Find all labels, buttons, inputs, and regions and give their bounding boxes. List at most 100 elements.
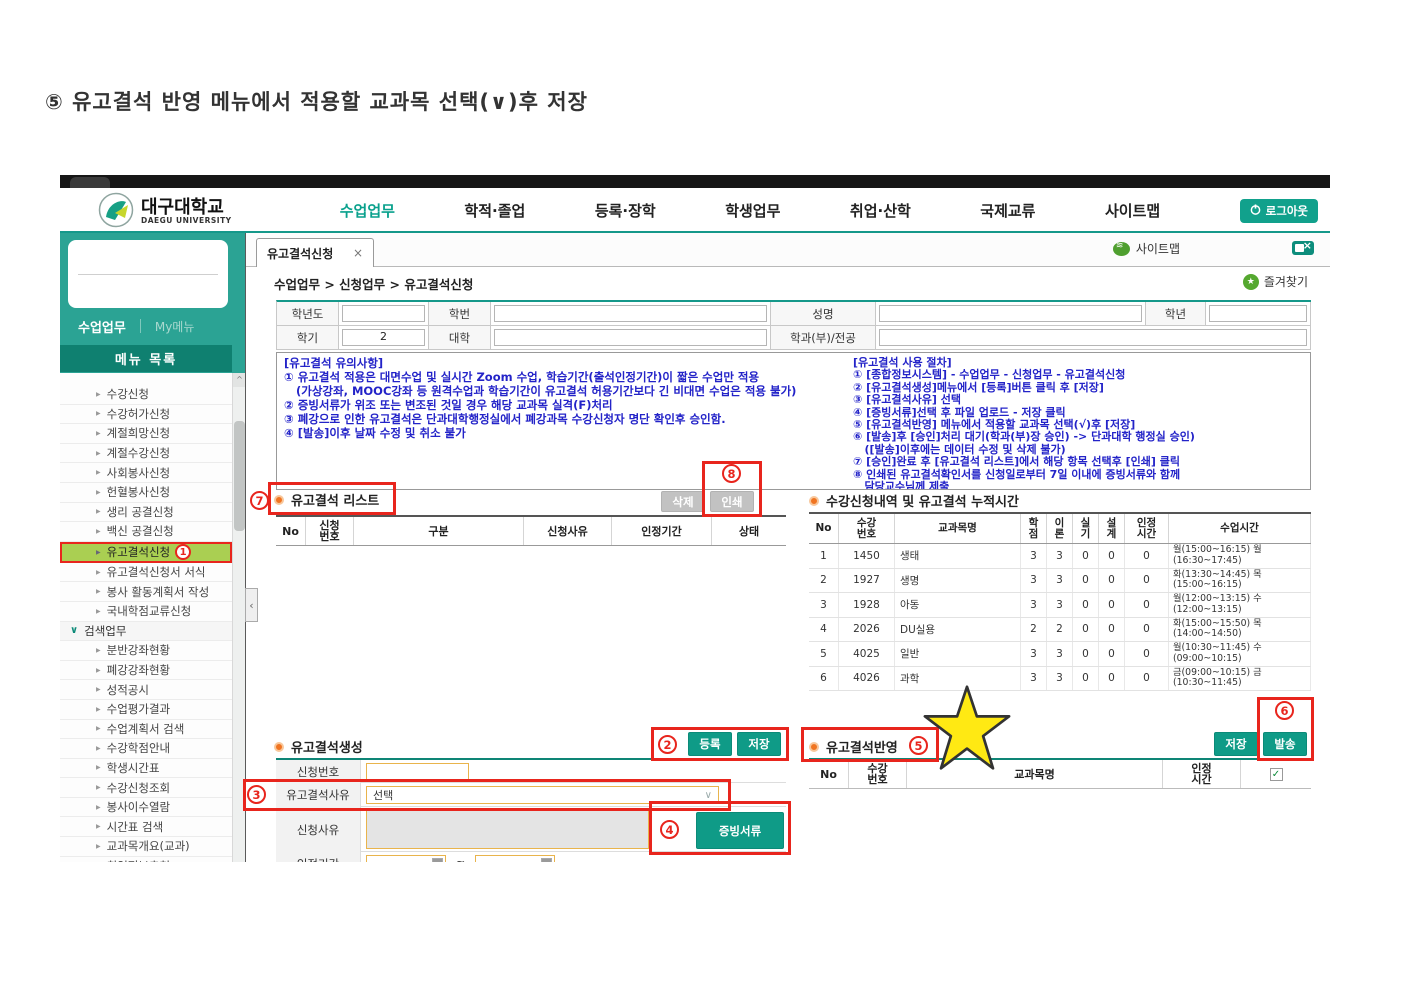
enrollment-row[interactable]: 2 1927 생명 3 3 0 0 0 화(13:30~14:45) 목(15:… (809, 568, 1311, 593)
reason-type-select[interactable]: 선택 ∨ (366, 786, 719, 804)
apply-no-input[interactable] (366, 763, 469, 780)
period-label: 인정기간 (276, 852, 361, 862)
grade-input[interactable] (1209, 305, 1307, 322)
sidebar-menu-item[interactable]: 성적공시 (60, 680, 232, 700)
top-nav-item[interactable]: 학적·졸업 (464, 200, 525, 221)
calendar-icon[interactable] (432, 858, 443, 862)
column-header: No (809, 514, 839, 543)
select-all-checkbox[interactable]: ✓ (1269, 767, 1283, 781)
sidebar-menu-item[interactable]: 수강신청 (60, 385, 232, 405)
sidebar-menu-item[interactable]: 수강신청조회 (60, 778, 232, 798)
apply-no-label: 신청번호 (276, 760, 361, 783)
sidebar-menu-item[interactable]: 수업계획서 검색 (60, 719, 232, 740)
college-input[interactable] (494, 329, 767, 346)
cell-hours: 0 (1125, 642, 1169, 666)
year-input[interactable] (342, 305, 425, 322)
sidebar-menu-item[interactable]: 국내학점교류신청 (60, 601, 232, 622)
column-header: 신청 번호 (306, 517, 354, 545)
column-header: 실 기 (1073, 514, 1099, 543)
enrollment-row[interactable]: 3 1928 아동 3 3 0 0 0 월(12:00~13:15) 수(12:… (809, 593, 1311, 618)
sidebar-menu-item[interactable]: 시간표 검색 (60, 817, 232, 838)
period-end-input[interactable] (475, 855, 556, 862)
column-header: 인정 시간 (1125, 514, 1169, 543)
sidebar-menu-item[interactable]: 계절희망신청 (60, 424, 232, 444)
tab-absence-apply[interactable]: 유고결석신청 × (256, 238, 374, 267)
top-nav-item[interactable]: 사이트맵 (1105, 200, 1160, 221)
register-button[interactable]: 등록 (688, 732, 732, 756)
enrollment-row[interactable]: 1 1450 생태 3 3 0 0 0 월(15:00~16:15) 월(16:… (809, 544, 1311, 569)
sidebar-menu-item[interactable]: 분반강좌현황 (60, 641, 232, 661)
sidebar-menu-item[interactable]: 사회봉사신청 (60, 463, 232, 483)
university-emblem-icon (98, 192, 134, 232)
period-start-input[interactable] (366, 855, 446, 862)
sidebar-menu-item[interactable]: 수강허가신청 (60, 404, 232, 425)
sidebar-tab-mymenu[interactable]: My메뉴 (155, 318, 195, 335)
sidebar-menu-item[interactable]: 수업평가결과 (60, 699, 232, 720)
enrollment-row[interactable]: 5 4025 일반 3 3 0 0 0 월(10:30~11:45) 수(09:… (809, 642, 1311, 667)
sidebar-menu-item[interactable]: 학생시간표 (60, 758, 232, 779)
send-button[interactable]: 발송 (1263, 732, 1307, 756)
cell-lab: 0 (1073, 568, 1099, 592)
sidebar-menu-item[interactable]: 백신 공결신청 (60, 522, 232, 542)
top-nav-item[interactable]: 학생업무 (725, 200, 780, 221)
sidebar-menu-item[interactable]: 계절수강신청 (60, 443, 232, 464)
evidence-button[interactable]: 증빙서류 (696, 812, 784, 849)
university-logo[interactable]: 대구대학교 DAEGU UNIVERSITY (98, 192, 232, 232)
cell-no: 6 (809, 666, 839, 690)
semester-input[interactable]: 2 (342, 329, 425, 346)
sidebar-collapse-handle[interactable]: ‹ (245, 588, 258, 622)
sidebar-item-absence-apply[interactable]: 유고결석신청 1 (60, 541, 232, 563)
sidebar-menu-item[interactable]: 헌혈봉사신청 (60, 482, 232, 503)
close-all-tabs-icon[interactable] (1292, 239, 1314, 255)
create-save-button[interactable]: 저장 (737, 732, 781, 756)
sidebar-menu-item[interactable]: 봉사이수열람 (60, 797, 232, 818)
sidebar-scrollbar[interactable]: ^ (232, 373, 246, 862)
sidebar-menu-item[interactable]: 폐강강좌현황 (60, 660, 232, 681)
sidebar-menu-item[interactable]: 수강학점안내 (60, 739, 232, 759)
close-icon[interactable]: × (353, 246, 363, 260)
sidebar-menu-label: 헌혈봉사신청 (106, 485, 171, 500)
sidebar-menu-item[interactable]: 생리 공결신청 (60, 502, 232, 523)
sidebar-section-search[interactable]: ∨ 검색업무 (60, 621, 232, 642)
sidebar-menu-item[interactable]: 교과목개요(교과) (60, 837, 232, 857)
top-nav-item[interactable]: 수업업무 (340, 200, 395, 221)
top-nav-item[interactable]: 국제교류 (980, 200, 1035, 221)
notice-line: ③ 폐강으로 인한 유고결석은 단과대학행정실에서 폐강과목 수강신청자 명단 … (284, 411, 726, 426)
calendar-icon[interactable] (541, 858, 553, 862)
sidebar-menu-label: 수강학점안내 (106, 741, 171, 756)
sidebar-menu-label: 백신 공결신청 (106, 524, 174, 539)
print-button[interactable]: 인쇄 (710, 491, 754, 512)
sidebar-menu-label: 생리 공결신청 (106, 504, 174, 519)
top-nav-item[interactable]: 등록·장학 (595, 200, 656, 221)
sidebar-menu-item[interactable]: 취업정보추천 (60, 856, 232, 862)
enrollment-row[interactable]: 6 4026 과학 3 3 0 0 0 금(09:00~10:15) 금(10:… (809, 666, 1311, 691)
sidebar-tab-main[interactable]: 수업업무 (78, 317, 126, 336)
section-bullet-icon (274, 741, 284, 752)
cell-code: 4026 (839, 666, 895, 690)
delete-button[interactable]: 삭제 (661, 491, 705, 512)
dept-input[interactable] (879, 329, 1307, 346)
sitemap-link[interactable]: 사이트맵 (1112, 240, 1180, 257)
top-nav-item[interactable]: 취업·산학 (850, 200, 911, 221)
reason-textarea[interactable] (366, 810, 649, 849)
sidebar-menu-label: 계절희망신청 (106, 426, 171, 441)
studentno-input[interactable] (494, 305, 767, 322)
logout-button[interactable]: 로그아웃 (1239, 199, 1318, 223)
absence-list-table: No 신청 번호 구분 신청사유 인정기간 상태 (276, 515, 786, 546)
cell-theory: 3 (1047, 568, 1073, 592)
apply-save-button[interactable]: 저장 (1214, 732, 1258, 756)
name-label: 성명 (771, 302, 876, 325)
scrollbar-thumb[interactable] (234, 421, 245, 531)
cell-no: 2 (809, 568, 839, 592)
enrollment-row[interactable]: 4 2026 DU실용 2 2 0 0 0 화(15:00~15:50) 목(1… (809, 617, 1311, 642)
sidebar-menu-item[interactable]: 봉사 활동계획서 작성 (60, 582, 232, 602)
sidebar-menu-item[interactable]: 유고결석신청서 서식 (60, 562, 232, 583)
favorite-button[interactable]: ★ 즐겨찾기 (1242, 273, 1308, 290)
cell-no: 3 (809, 593, 839, 617)
notice-line: ⑦ [승인]완료 후 [유고결석 리스트]에서 해당 항목 선택후 [인쇄] 클… (853, 455, 1180, 469)
column-header: 학 점 (1021, 514, 1047, 543)
chevron-down-icon: ∨ (70, 625, 79, 637)
cell-course-name: 생명 (895, 568, 1021, 592)
name-input[interactable] (879, 305, 1142, 322)
column-header: 상태 (738, 524, 760, 538)
